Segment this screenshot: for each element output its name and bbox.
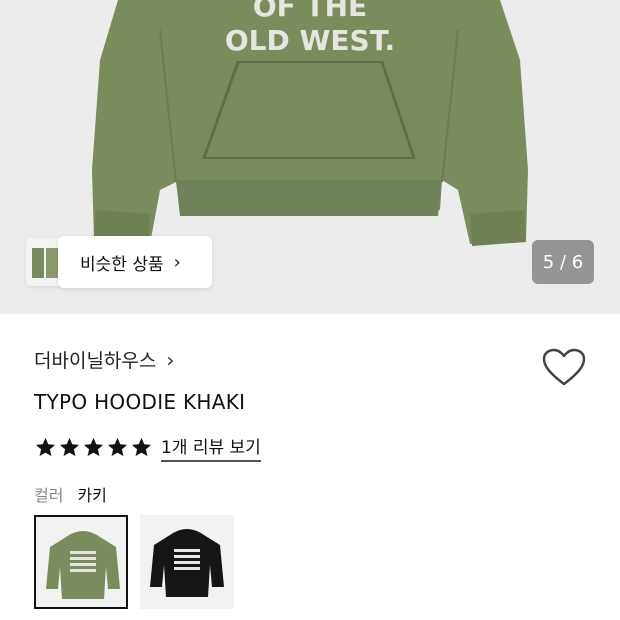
image-counter: 5 / 6 (532, 240, 594, 284)
star-icon (59, 437, 80, 457)
star-icon (83, 437, 104, 457)
star-rating (34, 436, 153, 459)
star-icon (131, 437, 152, 457)
product-image-carousel[interactable]: OF THE OLD WEST. 비슷한 상품 › 5 / 6 (0, 0, 620, 314)
brand-name: 더바이닐하우스 (34, 350, 157, 372)
star-icon (107, 437, 128, 457)
khaki-hoodie-thumbnail (46, 531, 120, 599)
rating-row: 1개 리뷰 보기 (34, 433, 261, 462)
chevron-right-icon: › (166, 347, 175, 372)
brand-link[interactable]: 더바이닐하우스 › (34, 346, 174, 373)
swatch-khaki[interactable] (34, 515, 128, 609)
print-line-1: OF THE (253, 0, 367, 23)
color-row: 컬러 카키 (34, 482, 107, 506)
product-title: TYPO HOODIE KHAKI (34, 390, 246, 414)
swatch-black[interactable] (140, 515, 234, 609)
star-icon (35, 437, 56, 457)
black-hoodie-thumbnail (150, 529, 224, 597)
chevron-right-icon: › (173, 251, 181, 273)
review-link[interactable]: 1개 리뷰 보기 (161, 433, 261, 462)
color-label: 컬러 (34, 486, 64, 505)
similar-products-label: 비슷한 상품 (80, 254, 164, 275)
color-value: 카키 (77, 486, 107, 505)
wishlist-button[interactable] (542, 348, 586, 388)
print-line-2: OLD WEST. (225, 24, 395, 57)
similar-products-button[interactable]: 비슷한 상품 › (58, 236, 212, 288)
heart-icon (542, 348, 586, 386)
